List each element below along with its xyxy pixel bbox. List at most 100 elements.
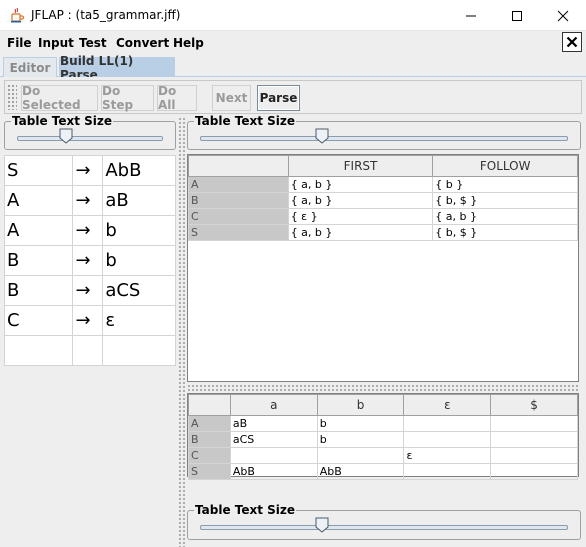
- parse-table-cell[interactable]: [490, 447, 578, 464]
- parse-table-row[interactable]: AaB b: [188, 415, 578, 432]
- tab-editor[interactable]: Editor: [3, 57, 57, 77]
- grammar-rhs-cell[interactable]: AbB: [102, 155, 176, 186]
- grammar-row[interactable]: [3, 335, 176, 366]
- grammar-table[interactable]: S → AbB A → aB A → b B → b B → aCS C → ε: [3, 155, 176, 366]
- parse-table-cell[interactable]: b: [316, 415, 405, 432]
- grammar-rhs-cell[interactable]: b: [102, 215, 176, 246]
- parse-table-row[interactable]: S AbB AbB: [188, 463, 578, 480]
- first-follow-table[interactable]: FIRST FOLLOW A{ a, b }{ b } B{ a, b }{ b, …: [188, 155, 578, 241]
- parse-table-cell[interactable]: [403, 415, 492, 432]
- parse-table-cell[interactable]: aB: [229, 415, 318, 432]
- parse-table-row-header: S: [188, 463, 231, 480]
- menu-test[interactable]: Test: [79, 36, 107, 50]
- grammar-lhs-cell[interactable]: [3, 335, 74, 366]
- parse-table-panel: a b ε $ AaB b BaCS b Cε S AbB AbB: [187, 393, 579, 480]
- grammar-lhs-cell[interactable]: B: [3, 275, 74, 306]
- parse-table-row[interactable]: Cε: [188, 447, 578, 464]
- parse-table-cell[interactable]: AbB: [229, 463, 318, 480]
- do-step-button[interactable]: Do Step: [101, 84, 154, 112]
- toolbar-grip[interactable]: [7, 84, 17, 110]
- parse-table-cell[interactable]: [229, 447, 318, 464]
- grammar-arrow-cell: →: [72, 155, 104, 186]
- grammar-lhs-cell[interactable]: S: [3, 155, 74, 186]
- menu-input[interactable]: Input: [38, 36, 74, 50]
- tab-build-ll1-parse[interactable]: Build LL(1) Parse: [59, 54, 175, 82]
- grammar-row[interactable]: B → b: [3, 245, 176, 276]
- parse-table-cell[interactable]: aCS: [229, 431, 318, 448]
- first-follow-cell[interactable]: { a, b }: [287, 176, 434, 193]
- first-follow-row-header: B: [188, 192, 289, 209]
- parse-table-row-header: B: [188, 431, 231, 448]
- do-all-button[interactable]: Do All: [157, 84, 197, 112]
- grammar-row[interactable]: C → ε: [3, 305, 176, 336]
- first-follow-cell[interactable]: { a, b }: [432, 208, 578, 225]
- first-follow-cell[interactable]: { a, b }: [287, 192, 434, 209]
- menu-help[interactable]: Help: [173, 36, 204, 50]
- grammar-arrow-cell: →: [72, 245, 104, 276]
- close-tab-button[interactable]: [562, 32, 582, 52]
- parse-table-cell[interactable]: [403, 431, 492, 448]
- top-slider-track[interactable]: [200, 136, 568, 141]
- first-follow-panel: FIRST FOLLOW A{ a, b }{ b } B{ a, b }{ b, …: [187, 154, 579, 382]
- first-follow-row[interactable]: C{ ε }{ a, b }: [188, 208, 578, 225]
- parse-table-cell[interactable]: b: [316, 431, 405, 448]
- grammar-row[interactable]: A → aB: [3, 185, 176, 216]
- parse-table-cell[interactable]: [490, 463, 578, 480]
- parse-table-header: a: [229, 394, 318, 416]
- menu-convert[interactable]: Convert: [116, 36, 169, 50]
- first-follow-cell[interactable]: { ε }: [287, 208, 434, 225]
- toolbar: Do Selected Do Step Do All Next Parse: [4, 80, 582, 114]
- left-slider-thumb[interactable]: [59, 128, 73, 144]
- close-window-button[interactable]: [540, 0, 586, 31]
- menu-file[interactable]: File: [7, 36, 32, 50]
- grammar-row[interactable]: B → aCS: [3, 275, 176, 306]
- parse-table-cell[interactable]: [403, 463, 492, 480]
- grammar-row[interactable]: S → AbB: [3, 155, 176, 186]
- grammar-lhs-cell[interactable]: B: [3, 245, 74, 276]
- close-icon: [557, 10, 569, 21]
- menu-bar: File Input Test Convert Help: [0, 31, 586, 55]
- first-follow-row[interactable]: A{ a, b }{ b }: [188, 176, 578, 193]
- first-follow-cell[interactable]: { a, b }: [287, 224, 434, 241]
- minimize-button[interactable]: [448, 0, 494, 31]
- maximize-button[interactable]: [494, 0, 540, 31]
- grammar-lhs-cell[interactable]: C: [3, 305, 74, 336]
- parse-table-row[interactable]: BaCS b: [188, 431, 578, 448]
- first-follow-row[interactable]: B{ a, b }{ b, $ }: [188, 192, 578, 209]
- parse-table-cell[interactable]: ε: [403, 447, 492, 464]
- first-follow-cell[interactable]: { b, $ }: [432, 192, 578, 209]
- left-text-size-label: Table Text Size: [11, 114, 114, 128]
- bottom-slider-track[interactable]: [200, 525, 568, 530]
- first-follow-cell[interactable]: { b, $ }: [432, 224, 578, 241]
- grammar-rhs-cell[interactable]: [102, 335, 176, 366]
- grammar-lhs-cell[interactable]: A: [3, 185, 74, 216]
- next-button[interactable]: Next: [212, 85, 251, 111]
- grammar-rhs-cell[interactable]: b: [102, 245, 176, 276]
- tab-strip: Editor Build LL(1) Parse: [0, 54, 586, 82]
- grammar-rhs-cell[interactable]: ε: [102, 305, 176, 336]
- parse-table[interactable]: a b ε $ AaB b BaCS b Cε S AbB AbB: [188, 394, 578, 480]
- first-follow-header: FOLLOW: [432, 155, 578, 177]
- do-selected-button[interactable]: Do Selected: [21, 84, 98, 112]
- grammar-rhs-cell[interactable]: aB: [102, 185, 176, 216]
- close-icon: [566, 36, 578, 48]
- first-follow-row[interactable]: S{ a, b }{ b, $ }: [188, 224, 578, 241]
- parse-table-cell[interactable]: AbB: [316, 463, 405, 480]
- grammar-row[interactable]: A → b: [3, 215, 176, 246]
- top-slider-thumb[interactable]: [315, 128, 329, 144]
- parse-table-cell[interactable]: [490, 415, 578, 432]
- left-slider-track[interactable]: [17, 136, 163, 141]
- parse-table-cell[interactable]: [316, 447, 405, 464]
- horizontal-splitter[interactable]: [187, 384, 579, 391]
- bottom-text-size-group: Table Text Size: [187, 503, 581, 540]
- first-follow-cell[interactable]: { b }: [432, 176, 578, 193]
- vertical-splitter[interactable]: [178, 117, 186, 547]
- window-title: JFLAP : (ta5_grammar.jff): [31, 8, 181, 22]
- parse-table-header: ε: [403, 394, 492, 416]
- parse-table-cell[interactable]: [490, 431, 578, 448]
- grammar-lhs-cell[interactable]: A: [3, 215, 74, 246]
- parse-button[interactable]: Parse: [257, 85, 300, 111]
- grammar-arrow-cell: →: [72, 305, 104, 336]
- bottom-slider-thumb[interactable]: [315, 517, 329, 533]
- grammar-rhs-cell[interactable]: aCS: [102, 275, 176, 306]
